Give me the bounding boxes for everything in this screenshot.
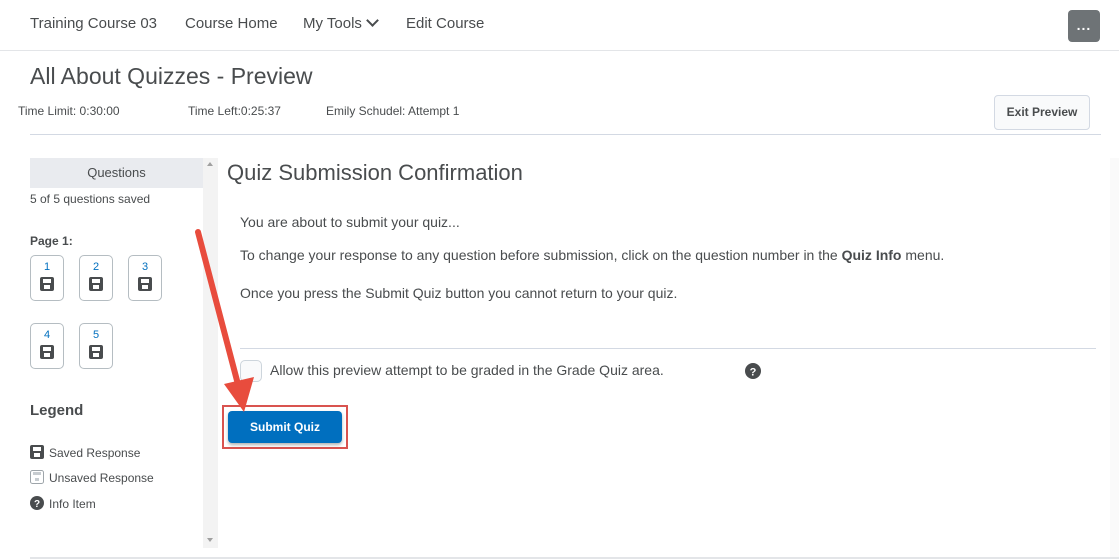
- question-button-5[interactable]: 5: [79, 323, 113, 369]
- questions-heading: Questions: [30, 158, 203, 188]
- main-scrollbar[interactable]: [1110, 158, 1119, 558]
- question-number: 5: [92, 329, 100, 341]
- confirmation-title: Quiz Submission Confirmation: [227, 160, 523, 185]
- question-button-2[interactable]: 2: [79, 255, 113, 301]
- legend-unsaved: Unsaved Response: [30, 470, 154, 485]
- question-button-3[interactable]: 3: [128, 255, 162, 301]
- svg-text:?: ?: [750, 367, 757, 379]
- unsaved-response-icon: [30, 470, 44, 484]
- quiz-info-sidebar: Questions 5 of 5 questions saved Page 1:…: [30, 158, 203, 548]
- course-name-link[interactable]: Training Course 03: [30, 15, 157, 32]
- page-label: Page 1:: [30, 234, 73, 248]
- saved-response-icon: [30, 445, 44, 459]
- more-options-button[interactable]: ...: [1068, 10, 1100, 42]
- question-number: 3: [141, 261, 149, 273]
- header-divider: [30, 134, 1101, 135]
- bottom-divider: [30, 557, 1119, 559]
- content-divider: [240, 348, 1096, 349]
- legend-label: Saved Response: [49, 446, 141, 460]
- save-icon: [89, 345, 103, 359]
- save-icon: [89, 277, 103, 291]
- help-icon[interactable]: ?: [745, 363, 761, 379]
- page-title: All About Quizzes - Preview: [30, 63, 313, 89]
- quiz-info-emphasis: Quiz Info: [841, 247, 902, 263]
- edit-course-link[interactable]: Edit Course: [406, 15, 484, 32]
- sidebar-scrollbar[interactable]: [203, 158, 218, 548]
- question-number: 4: [43, 329, 51, 341]
- legend-title: Legend: [30, 402, 84, 419]
- change-response-instructions: To change your response to any question …: [240, 247, 944, 263]
- scroll-up-icon[interactable]: [207, 162, 213, 166]
- question-number: 2: [92, 261, 100, 273]
- allow-graded-label[interactable]: Allow this preview attempt to be graded …: [270, 362, 664, 378]
- chevron-down-icon: [366, 14, 379, 27]
- submit-quiz-button[interactable]: Submit Quiz: [228, 411, 342, 443]
- question-number: 1: [43, 261, 51, 273]
- scroll-down-icon[interactable]: [207, 538, 213, 542]
- legend-info: ? Info Item: [30, 496, 96, 511]
- time-limit-text: Time Limit: 0:30:00: [18, 104, 120, 118]
- my-tools-menu[interactable]: My Tools: [303, 14, 379, 32]
- my-tools-label: My Tools: [303, 15, 362, 32]
- top-navbar: Training Course 03 Course Home My Tools …: [0, 0, 1119, 51]
- instructions-text: To change your response to any question …: [240, 247, 842, 263]
- instructions-text-end: menu.: [901, 247, 945, 263]
- saved-count-text: 5 of 5 questions saved: [30, 192, 151, 206]
- save-icon: [40, 277, 54, 291]
- course-home-link[interactable]: Course Home: [185, 15, 278, 32]
- legend-saved: Saved Response: [30, 445, 140, 460]
- save-icon: [40, 345, 54, 359]
- exit-preview-button[interactable]: Exit Preview: [994, 95, 1090, 130]
- info-item-icon: ?: [30, 496, 44, 510]
- time-left-text: Time Left:0:25:37: [188, 104, 281, 118]
- legend-label: Info Item: [49, 497, 96, 511]
- question-button-4[interactable]: 4: [30, 323, 64, 369]
- question-button-1[interactable]: 1: [30, 255, 64, 301]
- save-icon: [138, 277, 152, 291]
- svg-text:?: ?: [34, 499, 40, 510]
- attempt-text: Emily Schudel: Attempt 1: [326, 104, 460, 118]
- no-return-warning: Once you press the Submit Quiz button yo…: [240, 285, 678, 301]
- allow-graded-checkbox[interactable]: [240, 360, 262, 382]
- submit-notice: You are about to submit your quiz...: [240, 214, 460, 230]
- legend-label: Unsaved Response: [49, 471, 154, 485]
